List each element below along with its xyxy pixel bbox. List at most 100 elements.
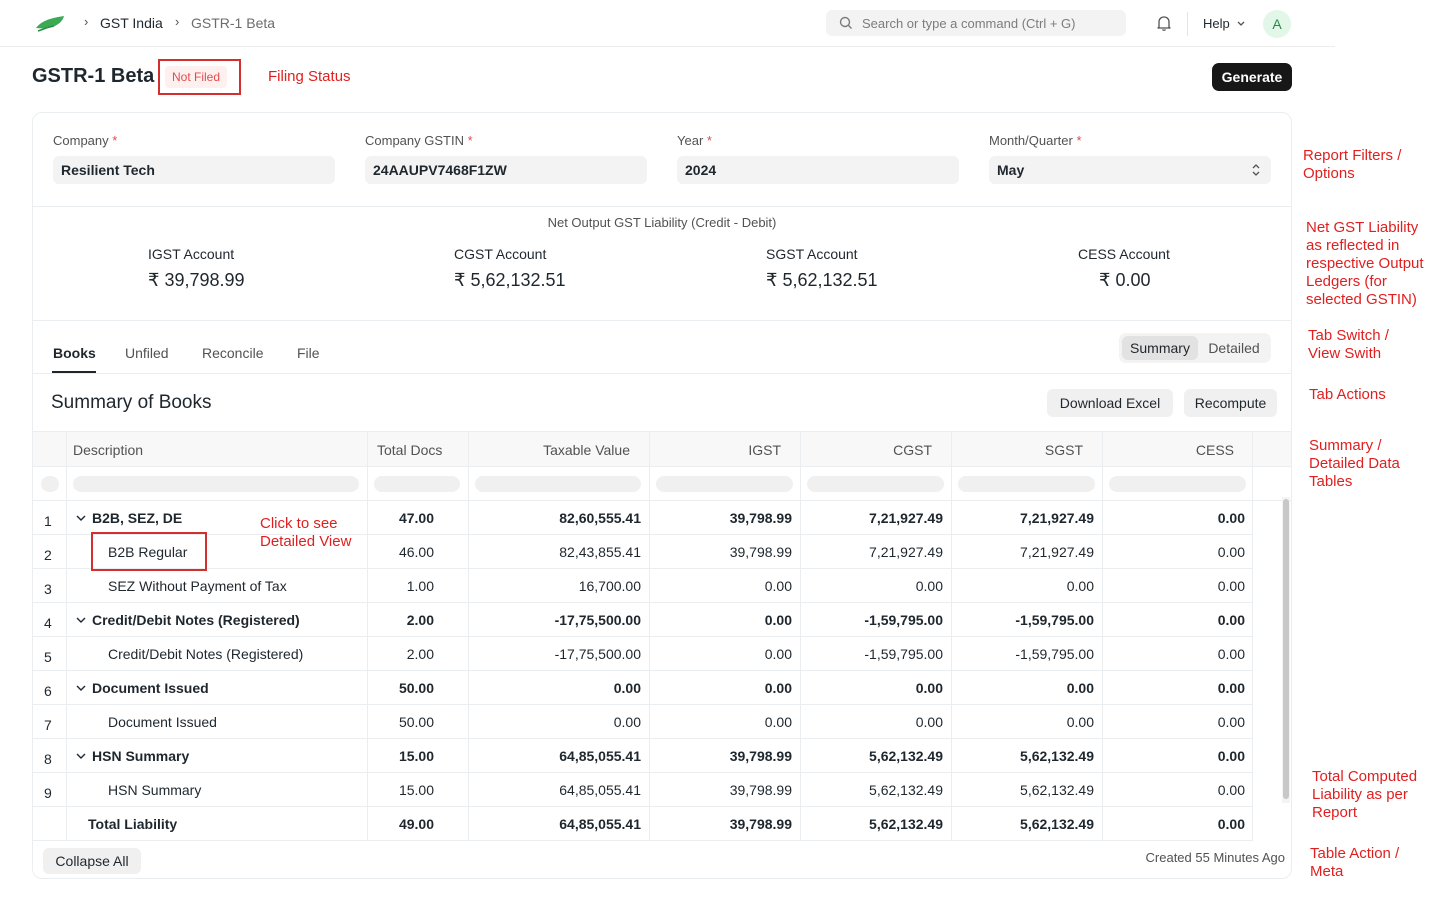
filter-pill[interactable]	[958, 476, 1095, 492]
chevron-down-icon[interactable]	[76, 513, 86, 523]
row-igst: 39,798.99	[729, 544, 792, 560]
row-cgst: 7,21,927.49	[869, 510, 943, 526]
filter-pill[interactable]	[475, 476, 641, 492]
net-liability-title: Net Output GST Liability (Credit - Debit…	[547, 215, 777, 230]
created-meta: Created 55 Minutes Ago	[1145, 850, 1285, 865]
table-row[interactable]: 3 SEZ Without Payment of Tax 1.00 16,700…	[33, 569, 1253, 603]
row-description[interactable]: Credit/Debit Notes (Registered)	[108, 646, 303, 662]
sgst-account-label: SGST Account	[766, 246, 858, 262]
column-header[interactable]: IGST	[649, 442, 781, 458]
row-taxable: -17,75,500.00	[554, 646, 641, 662]
filter-pill[interactable]	[1109, 476, 1246, 492]
row-number: 1	[44, 513, 52, 529]
annotation-box-b2b	[91, 532, 207, 571]
row-sgst: 0.00	[1066, 578, 1094, 594]
row-igst: 0.00	[764, 714, 792, 730]
filter-pill[interactable]	[656, 476, 793, 492]
view-summary-toggle[interactable]: Summary	[1122, 336, 1198, 360]
generate-button[interactable]: Generate	[1212, 63, 1292, 91]
chevron-down-icon[interactable]	[76, 683, 86, 693]
column-divider	[800, 431, 801, 841]
column-divider	[367, 431, 368, 841]
table-row[interactable]: 8 HSN Summary 15.00 64,85,055.41 39,798.…	[33, 739, 1253, 773]
column-header[interactable]: CGST	[800, 442, 932, 458]
year-field[interactable]: 2024	[677, 156, 959, 184]
row-number: 3	[44, 581, 52, 597]
breadcrumb-gst-india[interactable]: GST India	[100, 15, 163, 31]
filter-pill[interactable]	[374, 476, 460, 492]
month-quarter-value: May	[997, 162, 1025, 178]
gstin-field[interactable]: 24AAUPV7468F1ZW	[365, 156, 647, 184]
table-row[interactable]: 2 B2B Regular 46.00 82,43,855.41 39,798.…	[33, 535, 1253, 569]
cess-account-value: ₹ 0.00	[1099, 270, 1151, 290]
column-header[interactable]: Total Docs	[377, 442, 442, 458]
search-input[interactable]: Search or type a command (Ctrl + G)	[826, 10, 1126, 36]
row-sgst: -1,59,795.00	[1015, 646, 1094, 662]
row-total-docs: 47.00	[398, 510, 434, 526]
sgst-account-value: ₹ 5,62,132.51	[766, 270, 878, 290]
row-sgst: 7,21,927.49	[1020, 510, 1094, 526]
table-row[interactable]: 4 Credit/Debit Notes (Registered) 2.00 -…	[33, 603, 1253, 637]
row-taxable: 0.00	[613, 680, 641, 696]
logo-icon[interactable]	[34, 12, 70, 34]
company-field[interactable]: Resilient Tech	[53, 156, 335, 184]
row-taxable: 16,700.00	[578, 578, 641, 594]
column-header[interactable]: CESS	[1102, 442, 1234, 458]
filter-label-gstin: Company GSTIN *	[365, 133, 473, 148]
row-cess: 0.00	[1217, 714, 1245, 730]
row-total-docs: 46.00	[398, 544, 434, 560]
row-description[interactable]: HSN Summary	[108, 782, 201, 798]
table-row[interactable]: 9 HSN Summary 15.00 64,85,055.41 39,798.…	[33, 773, 1253, 807]
chevron-down-icon[interactable]	[76, 751, 86, 761]
month-quarter-select[interactable]: May	[989, 156, 1271, 184]
filter-pill[interactable]	[41, 476, 59, 492]
chevron-right-icon: ›	[84, 14, 89, 29]
row-number: 8	[44, 751, 52, 767]
row-total-docs: 1.00	[406, 578, 434, 594]
navbar: › GST India › GSTR-1 Beta Search or type…	[0, 0, 1335, 47]
column-header[interactable]: Taxable Value	[468, 442, 630, 458]
tab-books[interactable]: Books	[53, 345, 96, 361]
row-igst: 0.00	[764, 646, 792, 662]
bell-icon[interactable]	[1155, 14, 1173, 32]
table-row[interactable]: 7 Document Issued 50.00 0.00 0.00 0.00 0…	[33, 705, 1253, 739]
row-cgst: 5,62,132.49	[869, 782, 943, 798]
column-divider	[951, 431, 952, 841]
tab-reconcile[interactable]: Reconcile	[202, 345, 263, 361]
filter-pill[interactable]	[807, 476, 944, 492]
help-menu[interactable]: Help	[1203, 16, 1230, 31]
row-description[interactable]: SEZ Without Payment of Tax	[108, 578, 287, 594]
breadcrumb-gstr1-beta[interactable]: GSTR-1 Beta	[191, 15, 275, 31]
row-description: B2B, SEZ, DE	[92, 510, 183, 526]
table-row[interactable]: 6 Document Issued 50.00 0.00 0.00 0.00 0…	[33, 671, 1253, 705]
table-row[interactable]: 5 Credit/Debit Notes (Registered) 2.00 -…	[33, 637, 1253, 671]
tab-unfiled[interactable]: Unfiled	[125, 345, 169, 361]
chevron-right-icon: ›	[175, 14, 180, 29]
total-docs: 49.00	[398, 816, 434, 832]
recompute-button[interactable]: Recompute	[1184, 389, 1277, 417]
tab-file[interactable]: File	[297, 345, 320, 361]
chevron-down-icon[interactable]	[76, 615, 86, 625]
column-header[interactable]: Description	[73, 442, 143, 458]
row-number: 2	[44, 547, 52, 563]
filter-pill[interactable]	[73, 476, 359, 492]
column-header[interactable]: SGST	[951, 442, 1083, 458]
divider	[33, 206, 1291, 207]
row-description[interactable]: Document Issued	[108, 714, 217, 730]
cess-account-label: CESS Account	[1078, 246, 1170, 262]
divider	[33, 320, 1291, 321]
chevron-down-icon[interactable]	[1236, 19, 1246, 29]
view-detailed-toggle[interactable]: Detailed	[1199, 336, 1269, 360]
avatar[interactable]: A	[1263, 10, 1291, 38]
row-description: Document Issued	[92, 680, 209, 696]
report-card: Company * Resilient Tech Company GSTIN *…	[32, 112, 1292, 879]
collapse-all-button[interactable]: Collapse All	[43, 848, 141, 874]
search-placeholder: Search or type a command (Ctrl + G)	[862, 16, 1076, 31]
table-row[interactable]: 1 B2B, SEZ, DE 47.00 82,60,555.41 39,798…	[33, 501, 1253, 535]
download-excel-button[interactable]: Download Excel	[1047, 389, 1173, 417]
igst-account-value: ₹ 39,798.99	[148, 270, 245, 290]
total-cess: 0.00	[1217, 816, 1245, 832]
table-scrollbar[interactable]	[1283, 499, 1289, 799]
row-description: HSN Summary	[92, 748, 190, 764]
row-taxable: 64,85,055.41	[559, 748, 641, 764]
